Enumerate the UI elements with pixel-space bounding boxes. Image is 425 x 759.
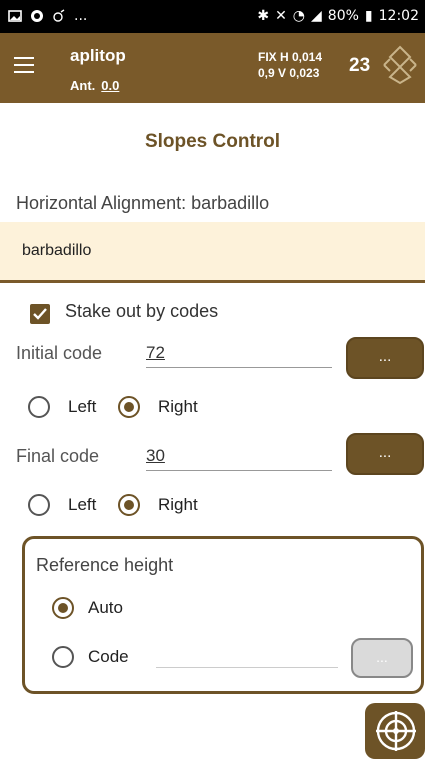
check-icon [33,308,47,320]
antenna-value[interactable]: 0.0 [101,78,119,93]
app-title: aplitop [70,46,126,65]
page-title: Slopes Control [144,131,281,152]
final-left-radio[interactable] [28,494,50,516]
final-left-label[interactable]: Left [68,495,96,515]
initial-left-radio[interactable] [28,396,50,418]
fix-status: FIX H 0,014 0,9 V 0,023 [258,49,322,81]
stakeout-target-button[interactable] [365,703,425,759]
ref-code-label[interactable]: Code [88,647,129,667]
antenna-label: Ant. [70,78,96,93]
initial-right-radio[interactable] [118,396,140,418]
app-bar: aplitop Ant. 0.0 FIX H 0,014 0,9 V 0,023 … [0,33,425,103]
horizontal-alignment-value: barbadillo [22,242,92,259]
target-icon [376,711,416,751]
signal-swirl-icon [53,9,65,22]
mute-icon: ✕ [275,8,287,24]
menu-icon[interactable] [14,57,34,75]
final-code-button[interactable]: ... [346,433,424,475]
fix-line-2: 0,9 V 0,023 [258,66,320,80]
ref-code-button[interactable]: ... [351,638,413,678]
clock: 12:02 [378,8,419,24]
status-more: ... [74,8,88,24]
status-bar: ... ✱ ✕ ◔ ◢ 80% ▮ 12:02 [0,0,425,33]
satellite-count: 23 [349,55,371,76]
ref-auto-label[interactable]: Auto [88,598,123,618]
wifi-icon: ◔ [292,8,306,24]
stake-out-label[interactable]: Stake out by codes [65,301,218,322]
image-icon [8,10,22,22]
battery-level: 80% [327,8,359,24]
final-right-radio[interactable] [118,494,140,516]
ref-auto-radio[interactable] [52,597,74,619]
fix-line-1: FIX H 0,014 [258,50,323,64]
horizontal-alignment-field[interactable]: barbadillo [0,222,425,283]
initial-right-label[interactable]: Right [158,397,198,417]
stake-out-checkbox[interactable] [30,304,50,324]
antenna-height[interactable]: Ant. 0.0 [70,78,119,93]
bluetooth-icon: ✱ [257,8,270,24]
signal-icon: ◢ [311,8,322,24]
final-code-input[interactable]: 30 [146,446,332,471]
battery-icon: ▮ [364,8,373,24]
final-code-label: Final code [16,446,100,466]
horizontal-alignment-label: Horizontal Alignment: barbadillo [16,193,270,213]
reference-height-title: Reference height [36,555,174,575]
initial-code-button[interactable]: ... [346,337,424,379]
ref-code-input[interactable] [156,644,338,668]
initial-code-label: Initial code [16,343,103,363]
satellite-icon[interactable] [382,45,418,85]
shield-icon [31,10,43,22]
ref-code-radio[interactable] [52,646,74,668]
final-right-label[interactable]: Right [158,495,198,515]
initial-left-label[interactable]: Left [68,397,96,417]
initial-code-input[interactable]: 72 [146,343,332,368]
